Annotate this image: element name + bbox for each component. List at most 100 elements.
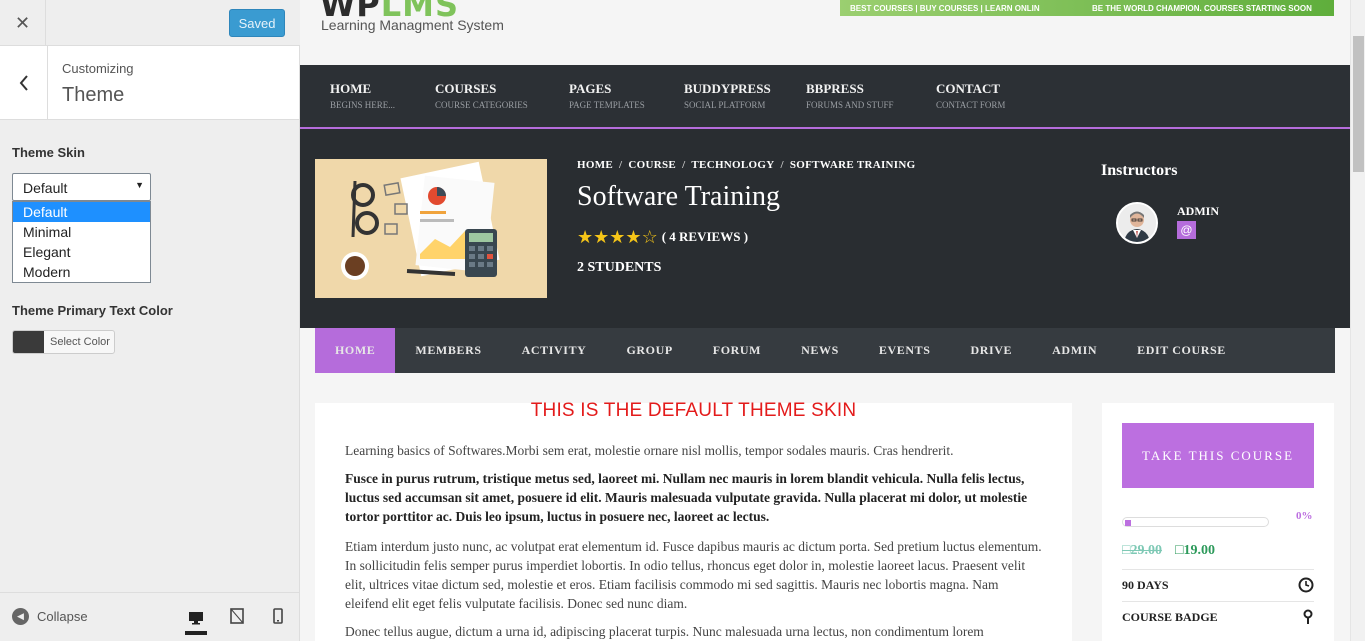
instructor-name[interactable]: ADMIN <box>1177 204 1219 219</box>
instructor-avatar[interactable] <box>1116 202 1158 244</box>
take-this-course-button[interactable]: TAKE THIS COURSE <box>1122 423 1314 488</box>
customizing-label: Customizing <box>62 61 134 76</box>
customizer-panel: ✕ Saved Customizing Theme Theme Skin Def… <box>0 0 300 641</box>
course-rating: ★ ★ ★ ★ ☆ ( 4 REVIEWS ) <box>577 228 748 246</box>
primary-text-color-label: Theme Primary Text Color <box>12 303 173 318</box>
course-badge-label: COURSE BADGE <box>1122 609 1218 624</box>
price-sale: □19.00 <box>1175 543 1215 558</box>
skin-option-minimal[interactable]: Minimal <box>13 222 150 242</box>
mobile-preview-icon[interactable] <box>267 605 289 627</box>
progress-fill <box>1125 520 1131 526</box>
tab-edit-course[interactable]: EDIT COURSE <box>1117 328 1246 373</box>
students-count: 2 STUDENTS <box>577 260 662 275</box>
nav-item-buddypress[interactable]: BUDDYPRESS SOCIAL PLATFORM <box>684 81 771 110</box>
theme-skin-selected-value: Default <box>23 180 68 196</box>
close-icon[interactable]: ✕ <box>0 0 46 46</box>
tab-news[interactable]: NEWS <box>781 328 859 373</box>
nav-item-contact[interactable]: CONTACT CONTACT FORM <box>936 81 1005 110</box>
breadcrumb-separator: / <box>682 159 686 171</box>
section-title: Theme <box>62 84 125 106</box>
customizer-footer: ◀ Collapse <box>0 592 299 641</box>
theme-skin-notice: THIS IS THE DEFAULT THEME SKIN <box>530 400 857 421</box>
course-duration: 90 DAYS <box>1122 577 1169 592</box>
course-badge-row: COURSE BADGE <box>1122 601 1314 632</box>
tab-group[interactable]: GROUP <box>606 328 692 373</box>
reviews-count[interactable]: ( 4 REVIEWS ) <box>662 229 748 245</box>
banner-right-text: BE THE WORLD CHAMPION. COURSES STARTING … <box>1092 3 1312 13</box>
course-featured-image <box>315 159 547 298</box>
select-color-label: Select Color <box>50 336 110 348</box>
tab-events[interactable]: EVENTS <box>859 328 951 373</box>
breadcrumb: HOME / COURSE / TECHNOLOGY / SOFTWARE TRAINING <box>577 159 915 171</box>
skin-option-elegant[interactable]: Elegant <box>13 242 150 262</box>
breadcrumb-technology[interactable]: TECHNOLOGY <box>691 159 774 171</box>
star-empty-icon: ☆ <box>641 227 658 247</box>
clock-icon <box>1298 577 1314 593</box>
description-paragraph: Learning basics of Softwares.Morbi sem e… <box>345 443 954 458</box>
header-banner[interactable]: BEST COURSES | BUY COURSES | LEARN ONLIN… <box>840 0 1334 16</box>
breadcrumb-separator: / <box>619 159 623 171</box>
skin-option-modern[interactable]: Modern <box>13 262 150 282</box>
nav-sub: COURSE CATEGORIES <box>435 100 528 110</box>
nav-label: COURSES <box>435 81 497 96</box>
description-paragraph: Donec tellus augue, dictum a urna id, ad… <box>345 624 984 639</box>
nav-label: PAGES <box>569 81 612 96</box>
preview-scrollbar[interactable] <box>1350 0 1365 641</box>
tab-home[interactable]: HOME <box>315 328 396 373</box>
badge-icon <box>1303 609 1313 624</box>
course-duration-row: 90 DAYS <box>1122 569 1314 600</box>
nav-label: CONTACT <box>936 81 1001 96</box>
nav-sub: BEGINS HERE... <box>330 100 395 110</box>
color-swatch <box>13 331 44 353</box>
course-sidebar: TAKE THIS COURSE 0% □29.00 □19.00 90 DAY… <box>1102 403 1334 641</box>
instructors-heading: Instructors <box>1101 162 1178 179</box>
course-tabs: HOME MEMBERS ACTIVITY GROUP FORUM NEWS E… <box>315 328 1335 373</box>
collapse-label: Collapse <box>37 609 88 624</box>
nav-item-courses[interactable]: COURSES COURSE CATEGORIES <box>435 81 528 110</box>
collapse-button[interactable]: ◀ Collapse <box>12 608 88 625</box>
course-description: THIS IS THE DEFAULT THEME SKIN Learning … <box>315 400 1072 641</box>
tab-activity[interactable]: ACTIVITY <box>502 328 607 373</box>
course-hero: HOME / COURSE / TECHNOLOGY / SOFTWARE TRAINING… <box>300 129 1350 328</box>
scrollbar-thumb[interactable] <box>1353 36 1364 172</box>
theme-skin-select[interactable]: Default ▼ <box>12 173 151 201</box>
nav-label: BBPRESS <box>806 81 864 96</box>
back-chevron-icon[interactable] <box>0 46 48 119</box>
nav-item-bbpress[interactable]: BBPRESS FORUMS AND STUFF <box>806 81 894 110</box>
banner-left-text: BEST COURSES | BUY COURSES | LEARN ONLIN… <box>850 3 1040 13</box>
tab-members[interactable]: MEMBERS <box>395 328 501 373</box>
nav-sub: FORUMS AND STUFF <box>806 100 894 110</box>
theme-skin-options: Default Minimal Elegant Modern <box>12 201 151 283</box>
breadcrumb-course[interactable]: COURSE <box>628 159 676 171</box>
breadcrumb-home[interactable]: HOME <box>577 159 613 171</box>
saved-button[interactable]: Saved <box>229 9 285 37</box>
nav-label: HOME <box>330 81 372 96</box>
desktop-preview-icon[interactable] <box>185 605 207 635</box>
tab-forum[interactable]: FORUM <box>693 328 781 373</box>
collapse-arrow-icon: ◀ <box>12 608 29 625</box>
customizer-header-bar: ✕ Saved <box>0 0 300 46</box>
tab-drive[interactable]: DRIVE <box>950 328 1032 373</box>
nav-item-pages[interactable]: PAGES PAGE TEMPLATES <box>569 81 645 110</box>
tablet-preview-icon[interactable] <box>226 605 248 627</box>
dropdown-caret-icon: ▼ <box>135 180 144 190</box>
star-full-icon: ★ <box>625 227 642 247</box>
tab-admin[interactable]: ADMIN <box>1032 328 1117 373</box>
instructor-message-icon[interactable]: @ <box>1177 221 1196 239</box>
theme-skin-label: Theme Skin <box>12 145 85 160</box>
breadcrumb-current: SOFTWARE TRAINING <box>789 159 916 171</box>
star-full-icon: ★ <box>609 227 626 247</box>
breadcrumb-separator: / <box>780 159 784 171</box>
description-paragraph: Etiam interdum justo nunc, ac volutpat e… <box>345 539 1042 611</box>
site-preview: WPLMS Learning Managment System BEST COU… <box>300 0 1350 641</box>
progress-percent: 0% <box>1296 510 1313 522</box>
site-tagline: Learning Managment System <box>321 17 504 33</box>
select-color-button[interactable]: Select Color <box>12 330 115 354</box>
nav-sub: PAGE TEMPLATES <box>569 100 645 110</box>
nav-label: BUDDYPRESS <box>684 81 771 96</box>
skin-option-default[interactable]: Default <box>13 202 150 222</box>
nav-item-home[interactable]: HOME BEGINS HERE... <box>330 81 395 110</box>
course-progress-bar <box>1122 517 1269 527</box>
section-header: Customizing Theme <box>0 46 299 120</box>
main-navigation: HOME BEGINS HERE... COURSES COURSE CATEG… <box>300 65 1350 129</box>
